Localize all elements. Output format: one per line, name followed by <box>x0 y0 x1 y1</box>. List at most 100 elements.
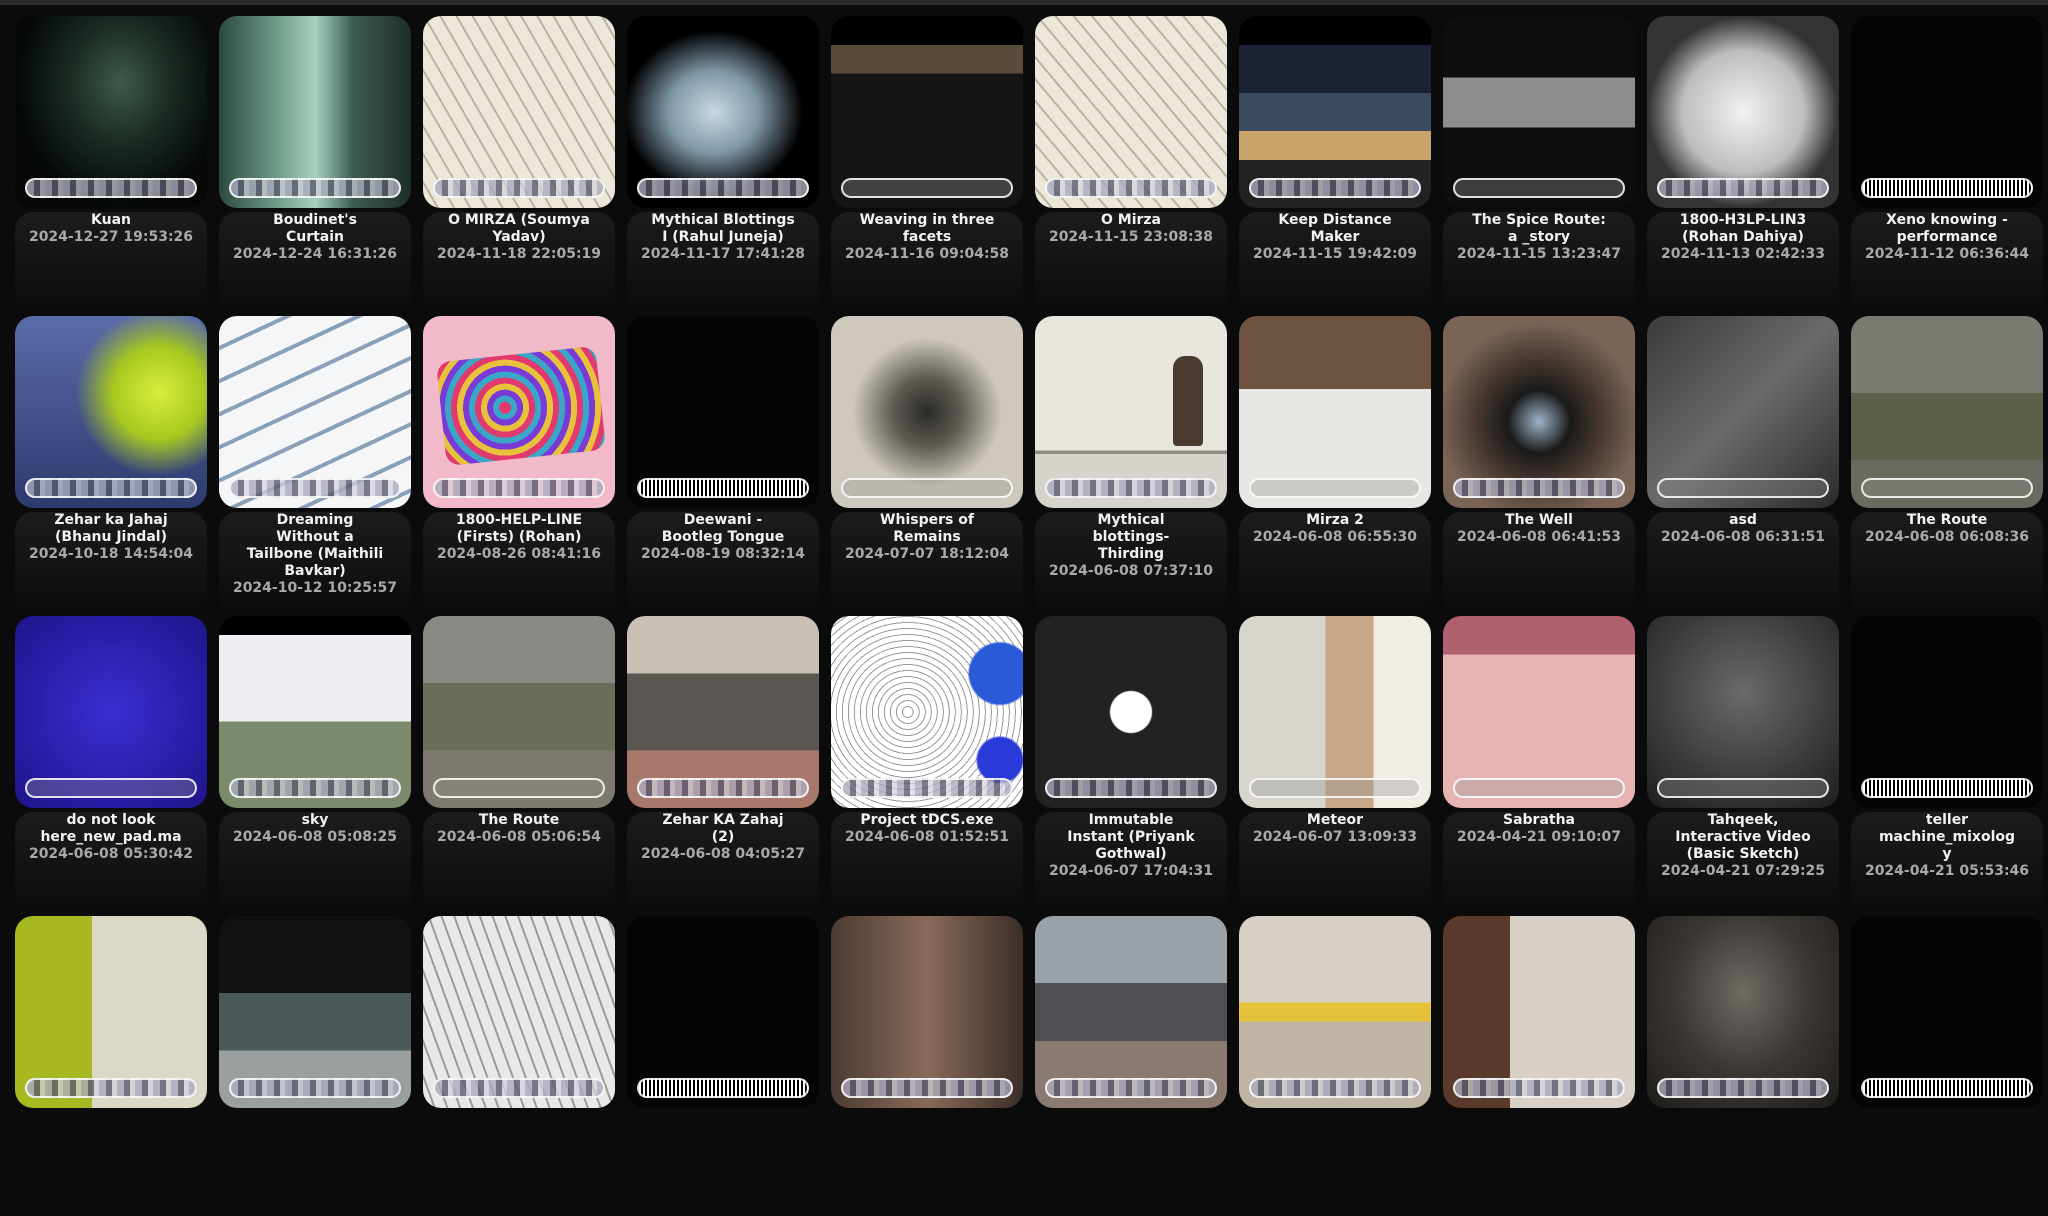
scrubber-bar[interactable] <box>229 178 401 198</box>
media-thumbnail[interactable] <box>1851 316 2043 508</box>
media-thumbnail[interactable] <box>1851 916 2043 1108</box>
media-thumbnail[interactable] <box>1035 616 1227 808</box>
scrubber-bar[interactable] <box>1249 478 1421 498</box>
scrubber-bar[interactable] <box>1657 178 1829 198</box>
scrubber-bar[interactable] <box>433 778 605 798</box>
scrubber-bar[interactable] <box>229 478 401 498</box>
media-thumbnail[interactable] <box>1035 16 1227 208</box>
media-card[interactable]: Keep Distance Maker 2024-11-15 19:42:09 <box>1239 16 1431 316</box>
media-card[interactable] <box>831 916 1023 1216</box>
media-card[interactable]: Project tDCS.exe 2024-06-08 01:52:51 <box>831 616 1023 916</box>
media-card[interactable] <box>219 916 411 1216</box>
audio-waveform-bar[interactable] <box>1861 1078 2033 1098</box>
media-card[interactable]: The Route 2024-06-08 05:06:54 <box>423 616 615 916</box>
media-card[interactable]: teller machine_mixology 2024-04-21 05:53… <box>1851 616 2043 916</box>
media-thumbnail[interactable] <box>423 916 615 1108</box>
media-thumbnail[interactable] <box>1851 16 2043 208</box>
scrubber-bar[interactable] <box>433 1078 605 1098</box>
media-thumbnail[interactable] <box>1443 616 1635 808</box>
media-card[interactable]: asd 2024-06-08 06:31:51 <box>1647 316 1839 616</box>
media-thumbnail[interactable] <box>1443 916 1635 1108</box>
media-thumbnail[interactable] <box>831 316 1023 508</box>
media-card[interactable] <box>627 916 819 1216</box>
scrubber-bar[interactable] <box>25 478 197 498</box>
scrubber-bar[interactable] <box>1453 778 1625 798</box>
media-card[interactable]: Zehar ka Jahaj (Bhanu Jindal) 2024-10-18… <box>15 316 207 616</box>
scrubber-bar[interactable] <box>1657 1078 1829 1098</box>
media-thumbnail[interactable] <box>219 316 411 508</box>
media-thumbnail[interactable] <box>1443 316 1635 508</box>
scrubber-bar[interactable] <box>841 478 1013 498</box>
media-thumbnail[interactable] <box>1647 316 1839 508</box>
media-card[interactable] <box>1851 916 2043 1216</box>
scrubber-bar[interactable] <box>1657 778 1829 798</box>
media-thumbnail[interactable] <box>1647 16 1839 208</box>
media-card[interactable]: Deewani - Bootleg Tongue 2024-08-19 08:3… <box>627 316 819 616</box>
media-thumbnail[interactable] <box>423 316 615 508</box>
media-card[interactable]: The Well 2024-06-08 06:41:53 <box>1443 316 1635 616</box>
media-card[interactable]: Meteor 2024-06-07 13:09:33 <box>1239 616 1431 916</box>
media-card[interactable]: Boudinet's Curtain 2024-12-24 16:31:26 <box>219 16 411 316</box>
media-thumbnail[interactable] <box>1851 616 2043 808</box>
media-card[interactable]: Kuan 2024-12-27 19:53:26 <box>15 16 207 316</box>
media-thumbnail[interactable] <box>219 616 411 808</box>
media-thumbnail[interactable] <box>1647 616 1839 808</box>
media-thumbnail[interactable] <box>1035 916 1227 1108</box>
media-thumbnail[interactable] <box>831 16 1023 208</box>
scrubber-bar[interactable] <box>1453 1078 1625 1098</box>
media-card[interactable]: Zehar KA Zahaj (2) 2024-06-08 04:05:27 <box>627 616 819 916</box>
media-card[interactable] <box>1443 916 1635 1216</box>
scrubber-bar[interactable] <box>25 778 197 798</box>
media-thumbnail[interactable] <box>1239 16 1431 208</box>
media-thumbnail[interactable] <box>627 16 819 208</box>
scrubber-bar[interactable] <box>1045 778 1217 798</box>
media-card[interactable]: Dreaming Without a Tailbone (Maithili Ba… <box>219 316 411 616</box>
media-card[interactable]: Mythical Blottings I (Rahul Juneja) 2024… <box>627 16 819 316</box>
media-thumbnail[interactable] <box>1239 316 1431 508</box>
scrubber-bar[interactable] <box>1657 478 1829 498</box>
scrubber-bar[interactable] <box>433 178 605 198</box>
media-card[interactable] <box>1035 916 1227 1216</box>
scrubber-bar[interactable] <box>841 778 1013 798</box>
scrubber-bar[interactable] <box>25 178 197 198</box>
media-card[interactable]: Sabratha 2024-04-21 09:10:07 <box>1443 616 1635 916</box>
scrubber-bar[interactable] <box>637 178 809 198</box>
scrubber-bar[interactable] <box>1249 178 1421 198</box>
scrubber-bar[interactable] <box>1249 778 1421 798</box>
media-card[interactable]: Weaving in three facets 2024-11-16 09:04… <box>831 16 1023 316</box>
media-thumbnail[interactable] <box>219 916 411 1108</box>
audio-waveform-bar[interactable] <box>637 1078 809 1098</box>
media-card[interactable]: Tahqeek, Interactive Video (Basic Sketch… <box>1647 616 1839 916</box>
media-thumbnail[interactable] <box>1647 916 1839 1108</box>
media-thumbnail[interactable] <box>15 16 207 208</box>
scrubber-bar[interactable] <box>637 778 809 798</box>
media-card[interactable] <box>1647 916 1839 1216</box>
media-card[interactable]: 1800-H3LP-LIN3 (Rohan Dahiya) 2024-11-13… <box>1647 16 1839 316</box>
scrubber-bar[interactable] <box>1453 478 1625 498</box>
media-thumbnail[interactable] <box>423 16 615 208</box>
media-thumbnail[interactable] <box>627 616 819 808</box>
media-thumbnail[interactable] <box>1443 16 1635 208</box>
audio-waveform-bar[interactable] <box>637 478 809 498</box>
media-card[interactable]: Immutable Instant (Priyank Gothwal) 2024… <box>1035 616 1227 916</box>
scrubber-bar[interactable] <box>229 778 401 798</box>
scrubber-bar[interactable] <box>841 1078 1013 1098</box>
scrubber-bar[interactable] <box>1453 178 1625 198</box>
scrubber-bar[interactable] <box>433 478 605 498</box>
audio-waveform-bar[interactable] <box>1861 778 2033 798</box>
media-thumbnail[interactable] <box>1239 916 1431 1108</box>
scrubber-bar[interactable] <box>841 178 1013 198</box>
audio-waveform-bar[interactable] <box>1861 178 2033 198</box>
media-card[interactable] <box>1239 916 1431 1216</box>
media-card[interactable]: O MIRZA (Soumya Yadav) 2024-11-18 22:05:… <box>423 16 615 316</box>
media-card[interactable]: sky 2024-06-08 05:08:25 <box>219 616 411 916</box>
media-thumbnail[interactable] <box>1239 616 1431 808</box>
media-card[interactable] <box>15 916 207 1216</box>
media-thumbnail[interactable] <box>1035 316 1227 508</box>
media-card[interactable]: Mirza 2 2024-06-08 06:55:30 <box>1239 316 1431 616</box>
media-thumbnail[interactable] <box>423 616 615 808</box>
scrubber-bar[interactable] <box>1249 1078 1421 1098</box>
media-card[interactable]: 1800-HELP-LINE (Firsts) (Rohan) 2024-08-… <box>423 316 615 616</box>
media-thumbnail[interactable] <box>627 316 819 508</box>
scrubber-bar[interactable] <box>229 1078 401 1098</box>
